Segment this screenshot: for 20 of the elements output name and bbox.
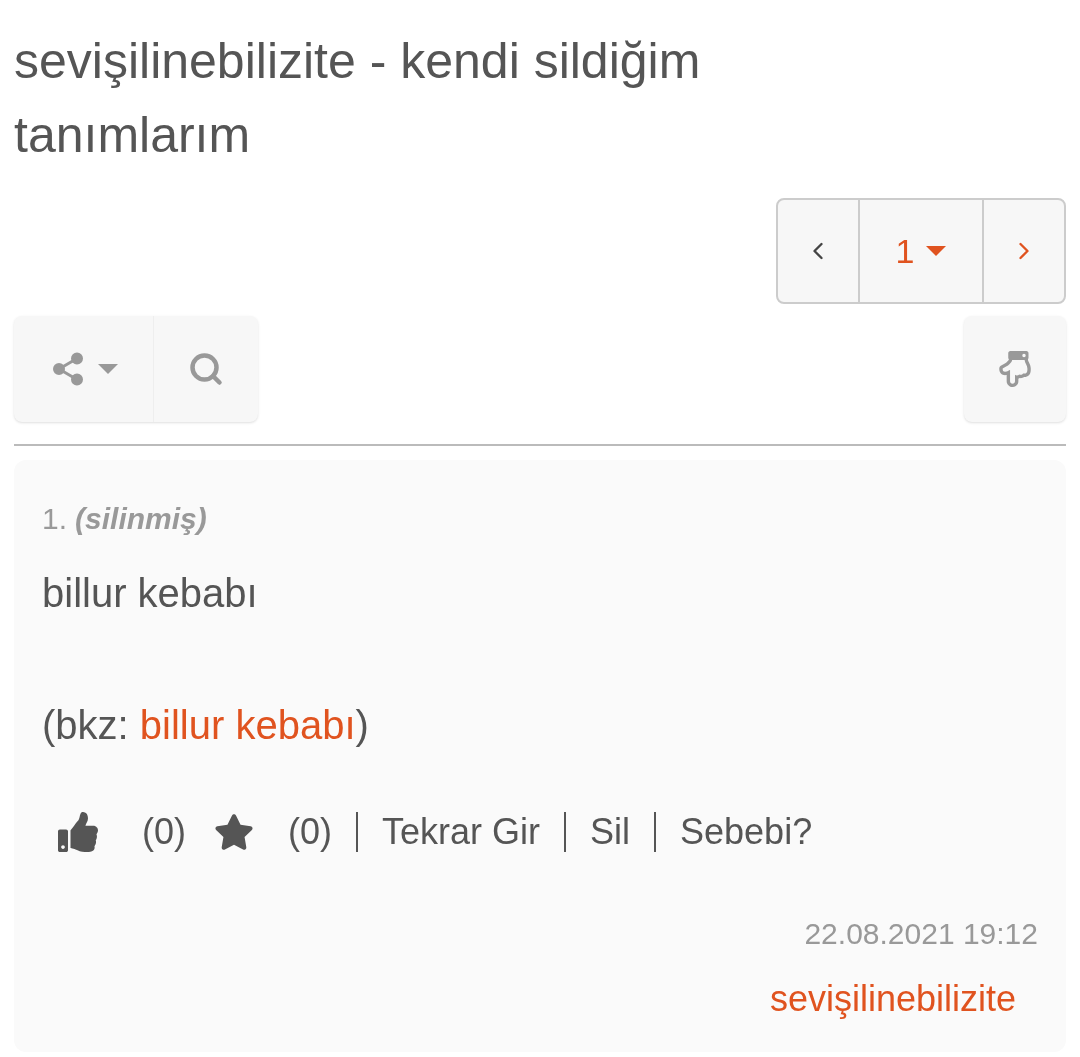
entry-date: 22.08.2021 19:12 [804,916,1038,952]
caret-icon [926,246,947,256]
star-icon[interactable] [214,812,254,852]
page-title: sevişilinebilizite - kendi sildiğim tanımlarım [14,32,702,165]
search-icon [188,351,224,387]
upvote-count: (0) [142,810,186,854]
action-link[interactable]: Sil [590,805,631,859]
favorite-count: (0) [288,810,332,854]
pointing-hand-icon [997,351,1033,387]
entry-status: (silinmiş) [75,501,207,537]
thumbs-up-icon[interactable] [58,812,98,852]
entry-number: 1. [42,501,68,537]
caret-icon [97,364,118,374]
reference-link[interactable]: billur kebabı [139,703,356,747]
pointing-hand-button[interactable] [964,316,1066,422]
action-link[interactable]: Sebebi? [680,805,813,859]
author-link[interactable]: sevişilinebilizite [769,972,1016,1026]
entry-text: billur kebabı [42,570,259,617]
reference-text: (bkz: billur kebabı) [42,702,370,749]
action-link[interactable]: Tekrar Gir [382,805,540,859]
